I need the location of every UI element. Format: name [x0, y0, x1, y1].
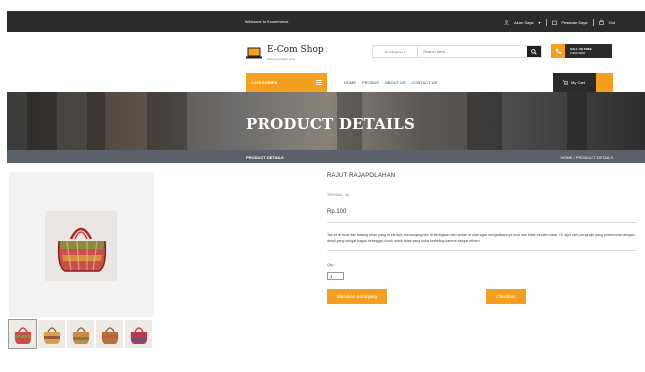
- cart-icon: [563, 79, 569, 86]
- thumbnail[interactable]: [8, 319, 37, 349]
- top-bar: Welcome to Ecommerce Akun Saya ▾ Pesanan…: [7, 11, 645, 32]
- quantity-label: Qty :: [327, 262, 336, 267]
- product-price: Rp.100: [327, 209, 347, 215]
- welcome-text: Welcome to Ecommerce: [245, 19, 289, 24]
- divider: [592, 19, 594, 26]
- user-icon: [504, 19, 509, 26]
- lock-icon: [598, 19, 604, 26]
- logout-link[interactable]: Out: [609, 20, 615, 25]
- brand-name[interactable]: E-Com Shop: [267, 45, 324, 55]
- search-bar: All Categories ▾: [372, 45, 542, 58]
- thumbnail[interactable]: [38, 320, 65, 348]
- call-number: 0 800 9000: [570, 51, 586, 55]
- cart-label: My Cart: [571, 80, 585, 85]
- chevron-down-icon: ▾: [538, 20, 541, 25]
- categories-label: CATEGORIES: [251, 80, 278, 85]
- divider: [327, 222, 637, 223]
- page-title: PRODUCT DETAILS: [246, 155, 284, 160]
- brand-tagline: Shopping Made Easy: [267, 57, 296, 61]
- breadcrumb[interactable]: HOME / PRODUCT DETAILS: [560, 155, 613, 160]
- orders-icon: [551, 20, 557, 26]
- orders-link[interactable]: Pesanan Saya: [562, 20, 588, 25]
- laptop-logo-icon[interactable]: [246, 46, 262, 59]
- nav-home[interactable]: HOME: [344, 80, 356, 85]
- menu-icon: [316, 79, 322, 86]
- nav-contact[interactable]: CONTACT US: [412, 80, 438, 85]
- category-select-label: All Categories: [384, 49, 404, 54]
- product-name: RAJUT RAJAPOLAHAN: [327, 173, 396, 179]
- breadcrumb-bar: PRODUCT DETAILS HOME / PRODUCT DETAILS: [7, 150, 645, 163]
- account-link[interactable]: Akun Saya: [514, 20, 533, 25]
- nav-produk[interactable]: PRODUK: [362, 80, 379, 85]
- thumbnail-strip: [8, 319, 152, 349]
- main-menu: HOME PRODUK ABOUT US CONTACT US: [344, 80, 437, 85]
- nav-about[interactable]: ABOUT US: [385, 80, 405, 85]
- divider: [545, 19, 547, 26]
- cart-accent: [596, 73, 613, 92]
- product-main-image[interactable]: [45, 211, 117, 281]
- product-description: Tas ini di buat dari batang rotan yang d…: [327, 233, 635, 243]
- checkout-button[interactable]: Checkout: [486, 289, 526, 304]
- categories-button[interactable]: CATEGORIES: [246, 73, 327, 92]
- phone-icon: [551, 44, 565, 58]
- add-to-cart-button[interactable]: Masukan Keranjang: [327, 289, 387, 304]
- banner-title: PRODUCT DETAILS: [246, 115, 416, 133]
- search-input[interactable]: [418, 46, 527, 57]
- top-bar-links: Akun Saya ▾ Pesanan Saya Out: [504, 19, 615, 26]
- sold-count: TERJUAL : 20: [327, 193, 350, 197]
- chevron-down-icon: ▾: [403, 49, 406, 54]
- divider: [327, 250, 637, 251]
- thumbnail[interactable]: [67, 320, 94, 348]
- quantity-input[interactable]: [327, 272, 344, 280]
- thumbnail[interactable]: [96, 320, 123, 348]
- search-icon: [531, 48, 537, 55]
- search-button[interactable]: [527, 46, 541, 57]
- thumbnail[interactable]: [125, 320, 152, 348]
- call-box: CALL US FREE 0 800 9000: [551, 44, 612, 58]
- category-select[interactable]: All Categories ▾: [373, 46, 418, 57]
